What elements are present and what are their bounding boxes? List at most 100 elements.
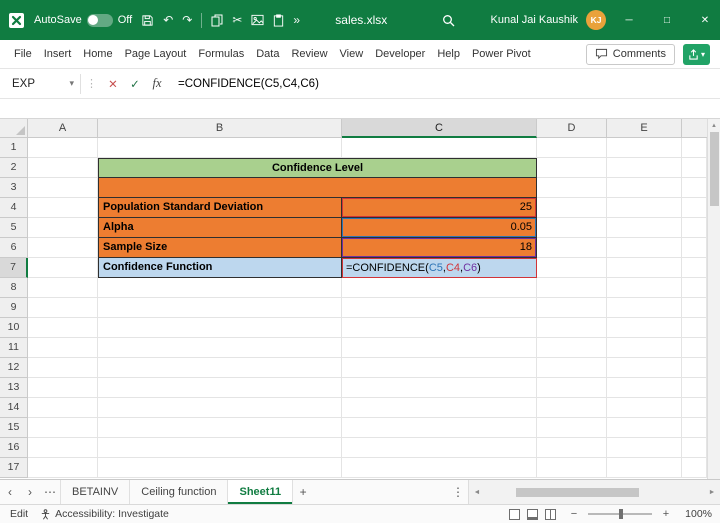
cell-B2-merged-title[interactable]: Confidence Level [98,158,537,178]
menu-item-formulas[interactable]: Formulas [192,40,250,68]
select-all-corner[interactable] [0,119,28,138]
cell-A6[interactable] [28,238,98,258]
cell-B3-merged[interactable] [98,178,537,198]
cell-D13[interactable] [537,378,607,398]
page-layout-view-icon[interactable] [527,509,538,520]
row-header-2[interactable]: 2 [0,158,28,178]
menu-item-developer[interactable]: Developer [369,40,431,68]
cell-C17[interactable] [342,458,537,478]
cell-D9[interactable] [537,298,607,318]
cell-E10[interactable] [607,318,682,338]
cell-A11[interactable] [28,338,98,358]
cell-C9[interactable] [342,298,537,318]
cell-E8[interactable] [607,278,682,298]
row-header-1[interactable]: 1 [0,138,28,158]
cell-D6[interactable] [537,238,607,258]
cell-A7[interactable] [28,258,98,278]
cell-D11[interactable] [537,338,607,358]
menu-item-home[interactable]: Home [77,40,118,68]
vertical-scrollbar[interactable]: ▲ [707,119,720,479]
column-header-d[interactable]: D [537,119,607,138]
cell-D8[interactable] [537,278,607,298]
cell-E15[interactable] [607,418,682,438]
undo-icon[interactable]: ↶ [163,13,173,27]
row-header-13[interactable]: 13 [0,378,28,398]
cell-A16[interactable] [28,438,98,458]
share-button[interactable]: ▾ [683,44,710,65]
cell-C1[interactable] [342,138,537,158]
horizontal-scrollbar[interactable]: ◄ ► [468,480,720,504]
clipboard-icon[interactable] [273,14,284,27]
menu-item-help[interactable]: Help [431,40,466,68]
horizontal-scroll-thumb[interactable] [516,488,639,497]
normal-view-icon[interactable] [509,509,520,520]
cell-E7[interactable] [607,258,682,278]
cell-E9[interactable] [607,298,682,318]
cell-A12[interactable] [28,358,98,378]
cell-A13[interactable] [28,378,98,398]
cell-E16[interactable] [607,438,682,458]
cell-B12[interactable] [98,358,342,378]
cell-B16[interactable] [98,438,342,458]
accessibility-checker[interactable]: Accessibility: Investigate [40,508,169,520]
column-header-e[interactable]: E [607,119,682,138]
cell-D1[interactable] [537,138,607,158]
cell-E4[interactable] [607,198,682,218]
cell-B17[interactable] [98,458,342,478]
name-box-dropdown-icon[interactable]: ▾ [69,78,74,89]
column-header-b[interactable]: B [98,119,342,138]
cell-B8[interactable] [98,278,342,298]
cell-D16[interactable] [537,438,607,458]
cell-B9[interactable] [98,298,342,318]
row-header-9[interactable]: 9 [0,298,28,318]
cell-A14[interactable] [28,398,98,418]
zoom-percentage[interactable]: 100% [678,508,712,520]
menu-item-review[interactable]: Review [285,40,333,68]
cell-A10[interactable] [28,318,98,338]
row-header-8[interactable]: 8 [0,278,28,298]
cell-D12[interactable] [537,358,607,378]
add-sheet-icon[interactable]: + [293,480,313,504]
cell-B11[interactable] [98,338,342,358]
minimize-button[interactable]: ─ [614,0,644,40]
cell-A8[interactable] [28,278,98,298]
cell-A1[interactable] [28,138,98,158]
row-header-3[interactable]: 3 [0,178,28,198]
cell-C11[interactable] [342,338,537,358]
cell-E17[interactable] [607,458,682,478]
cell-C4[interactable]: 25 [342,198,537,218]
row-header-16[interactable]: 16 [0,438,28,458]
sheet-nav-prev-icon[interactable]: ‹ [0,480,20,504]
cell-B4[interactable]: Population Standard Deviation [98,198,342,218]
cell-E11[interactable] [607,338,682,358]
cell-C8[interactable] [342,278,537,298]
zoom-slider-knob[interactable] [619,509,623,519]
cell-C5[interactable]: 0.05 [342,218,537,238]
cell-E2[interactable] [607,158,682,178]
cell-C10[interactable] [342,318,537,338]
page-break-view-icon[interactable] [545,509,556,520]
row-header-6[interactable]: 6 [0,238,28,258]
enter-icon[interactable]: ✓ [124,77,146,91]
zoom-slider[interactable] [588,513,652,515]
cell-E5[interactable] [607,218,682,238]
row-header-15[interactable]: 15 [0,418,28,438]
cell-E13[interactable] [607,378,682,398]
copy-icon[interactable] [211,14,223,27]
vertical-scroll-thumb[interactable] [710,132,719,206]
row-header-10[interactable]: 10 [0,318,28,338]
cell-A4[interactable] [28,198,98,218]
insert-function-icon[interactable]: fx [146,76,168,91]
cell-B10[interactable] [98,318,342,338]
column-header-a[interactable]: A [28,119,98,138]
row-header-5[interactable]: 5 [0,218,28,238]
autosave-switch[interactable] [87,14,113,27]
sheet-tab-ceiling-function[interactable]: Ceiling function [130,480,228,504]
avatar[interactable]: KJ [586,10,606,30]
cell-B14[interactable] [98,398,342,418]
sheet-tab-betainv[interactable]: BETAINV [60,480,130,504]
menu-item-power-pivot[interactable]: Power Pivot [466,40,537,68]
menu-item-page-layout[interactable]: Page Layout [119,40,193,68]
cell-E12[interactable] [607,358,682,378]
maximize-button[interactable]: □ [652,0,682,40]
